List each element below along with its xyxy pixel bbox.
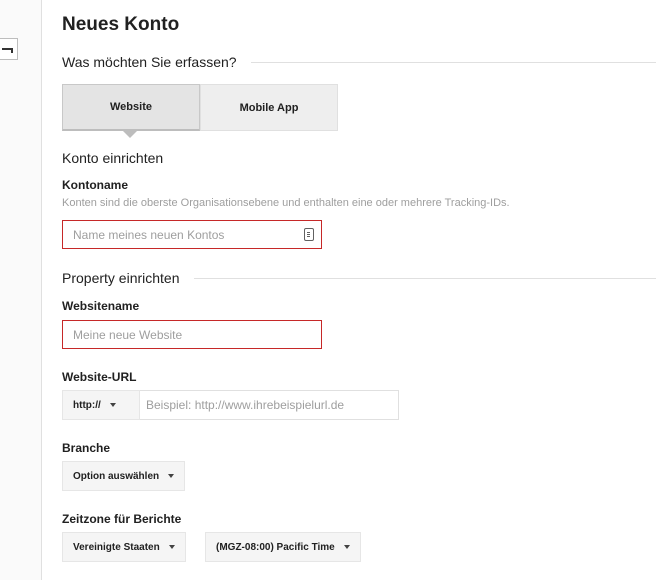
tracking-type-tabs: Website Mobile App <box>62 84 338 138</box>
protocol-selected-value: http:// <box>73 399 101 411</box>
timezone-zone-value: (MGZ-08:00) Pacific Time <box>216 541 335 553</box>
timezone-label: Zeitzone für Berichte <box>62 512 182 526</box>
account-name-input[interactable] <box>62 220 322 249</box>
website-url-input[interactable] <box>140 390 399 420</box>
website-name-label: Websitename <box>62 299 140 313</box>
account-section-title: Konto einrichten <box>62 150 164 166</box>
protocol-dropdown[interactable]: http:// <box>62 390 140 420</box>
contact-card-icon[interactable] <box>304 228 314 241</box>
page-title: Neues Konto <box>62 14 180 35</box>
account-section-heading: Konto einrichten <box>62 150 656 166</box>
industry-selected-value: Option auswählen <box>73 470 160 482</box>
website-url-label: Website-URL <box>62 370 137 384</box>
section-divider <box>193 277 656 279</box>
timezone-country-value: Vereinigte Staaten <box>73 541 160 553</box>
timezone-country-dropdown[interactable]: Vereinigte Staaten <box>62 532 186 562</box>
website-name-input[interactable] <box>62 320 322 349</box>
tab-mobile-app[interactable]: Mobile App <box>200 84 338 131</box>
collapse-bracket-icon[interactable] <box>0 38 18 60</box>
section-divider <box>250 61 656 63</box>
property-section-title: Property einrichten <box>62 270 180 286</box>
timezone-zone-dropdown[interactable]: (MGZ-08:00) Pacific Time <box>205 532 361 562</box>
industry-label: Branche <box>62 441 111 455</box>
chevron-down-icon <box>343 545 350 549</box>
tracking-question-label: Was möchten Sie erfassen? <box>62 54 237 70</box>
account-name-description: Konten sind die oberste Organisationsebe… <box>62 197 510 209</box>
property-section-heading: Property einrichten <box>62 270 656 286</box>
chevron-down-icon <box>168 545 175 549</box>
chevron-down-icon <box>109 403 116 407</box>
industry-dropdown[interactable]: Option auswählen <box>62 461 186 491</box>
left-rail <box>0 0 42 580</box>
tracking-question-heading: Was möchten Sie erfassen? <box>62 54 656 70</box>
account-name-label: Kontoname <box>62 178 128 192</box>
chevron-down-icon <box>168 474 175 478</box>
tab-website[interactable]: Website <box>62 84 200 138</box>
